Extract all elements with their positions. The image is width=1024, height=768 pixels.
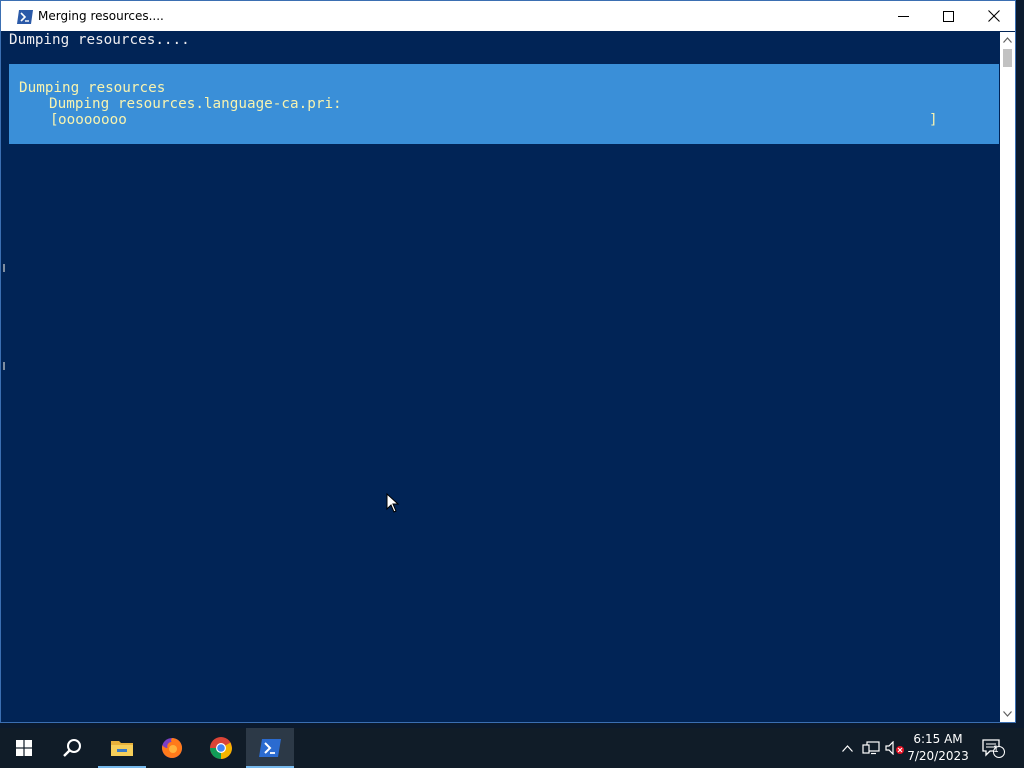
scrollbar-thumb[interactable] [1003, 49, 1012, 67]
chevron-down-icon [1003, 711, 1012, 717]
powershell-icon [259, 739, 281, 757]
powershell-icon [17, 9, 33, 24]
chrome-icon [210, 737, 232, 759]
show-hidden-icons-button[interactable] [838, 728, 856, 768]
progress-bar-close: ] [929, 112, 938, 128]
title-bar[interactable]: Merging resources.... [1, 1, 1015, 31]
file-explorer-button[interactable] [98, 728, 146, 768]
volume-muted-icon [885, 741, 904, 755]
search-button[interactable] [48, 728, 96, 768]
desktop-edge-artifact [3, 258, 7, 272]
chevron-up-icon [841, 744, 853, 752]
desktop-edge-artifact [3, 356, 7, 370]
taskbar: 6:15 AM 7/20/2023 1 [0, 728, 1024, 768]
maximize-icon [942, 10, 954, 22]
system-clock[interactable]: 6:15 AM 7/20/2023 [906, 731, 970, 765]
progress-panel: Dumping resources Dumping resources.lang… [9, 64, 999, 144]
maximize-button[interactable] [925, 1, 971, 31]
windows-logo-icon [16, 740, 32, 756]
scroll-up-button[interactable] [1000, 32, 1015, 48]
volume-button[interactable] [884, 728, 906, 768]
close-button[interactable] [971, 1, 1015, 31]
progress-status: Dumping resources.language-ca.pri: [49, 96, 342, 112]
notification-count: 1 [993, 745, 999, 755]
search-icon [63, 739, 81, 757]
chevron-up-icon [1003, 37, 1012, 43]
network-button[interactable] [860, 728, 882, 768]
clock-time: 6:15 AM [913, 732, 963, 746]
minimize-button[interactable] [880, 1, 926, 31]
progress-bar-fill: oooooooo [58, 112, 127, 128]
window-title: Merging resources.... [38, 9, 164, 23]
firefox-button[interactable] [148, 728, 196, 768]
clock-date: 7/20/2023 [907, 749, 969, 763]
progress-activity: Dumping resources [19, 80, 166, 96]
console-line: Dumping resources.... [9, 32, 190, 48]
firefox-icon [162, 737, 183, 758]
powershell-button[interactable] [246, 728, 294, 768]
minimize-icon [897, 15, 909, 17]
mouse-cursor-icon [386, 493, 400, 513]
network-icon [862, 741, 880, 755]
console-output[interactable]: Dumping resources.... Dumping resources … [9, 32, 999, 722]
vertical-scrollbar[interactable] [1000, 32, 1015, 722]
folder-icon [111, 741, 133, 756]
close-icon [988, 10, 1000, 22]
scroll-down-button[interactable] [1000, 706, 1015, 722]
start-button[interactable] [0, 728, 48, 768]
chrome-button[interactable] [197, 728, 245, 768]
action-center-button[interactable]: 1 [978, 728, 1008, 768]
powershell-window: Merging resources.... Dumping resources.… [0, 0, 1016, 723]
